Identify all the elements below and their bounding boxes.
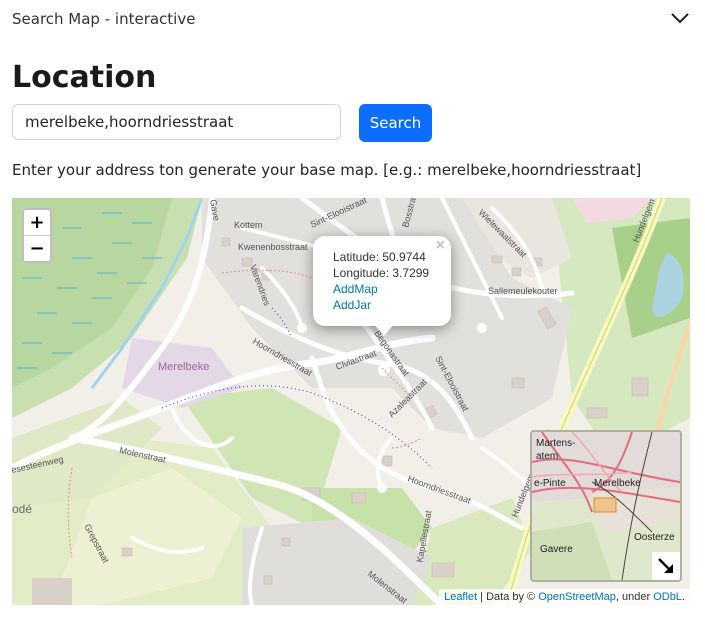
minimap-label-gavere: Gavere [540,544,573,555]
openstreetmap-link[interactable]: OpenStreetMap [538,591,616,603]
add-map-link[interactable]: AddMap [333,281,429,297]
zoom-control: + − [22,208,52,263]
minimap-toggle-button[interactable] [652,552,680,580]
minimap-label-atem: atem [536,451,558,462]
zoom-in-button[interactable]: + [24,210,50,236]
location-popup: × Latitude: 50.9744 Longitude: 3.7299 Ad… [313,236,451,336]
popup-tip [374,324,394,336]
popup-latitude: Latitude: 50.9744 [333,250,426,264]
add-jar-link[interactable]: AddJar [333,297,429,313]
minimap-label-merelbeke: Merelbeke [594,478,641,489]
search-hint-text: Enter your address ton generate your bas… [12,161,642,179]
minimap[interactable]: Martens- atem e-Pinte Merelbeke Oosterze… [530,430,682,582]
minimap-label-martens: Martens- [536,438,575,449]
label-merelbeke: Merelbeke [158,361,209,373]
minimap-label-oosterze: Oosterze [634,532,675,543]
collapse-arrow-icon [658,558,673,573]
zoom-out-button[interactable]: − [24,236,50,261]
attribution-text-2: , under [615,591,654,603]
label-sallemeulekouter: Sallemeulekouter [488,286,558,296]
label-kottem: Kottem [234,220,263,230]
popup-longitude: Longitude: 3.7299 [333,266,430,280]
attribution-end: . [681,591,685,603]
popup-close-button[interactable]: × [436,238,445,254]
label-ode: odé [12,502,32,516]
header-title: Search Map - interactive [12,10,196,28]
collapsible-header[interactable]: Search Map - interactive [0,0,705,40]
page-heading: Location [12,60,157,95]
label-hoorndriesstraat-2: Hoorndriesstraat [406,473,472,505]
address-search-input[interactable]: merelbeke,hoorndriesstraat [12,104,341,140]
search-button[interactable]: Search [359,104,432,142]
chevron-down-icon[interactable] [668,8,692,28]
leaflet-link[interactable]: Leaflet [444,591,477,603]
map-attribution: Leaflet | Data by © OpenStreetMap, under… [439,589,690,605]
map-view[interactable]: Kottem Kwenenbosstraat Varendries Sint-E… [12,198,690,605]
label-kwenenbosstraat: Kwenenbosstraat [238,242,308,252]
minimap-label-pinte: e-Pinte [534,478,566,489]
odbl-link[interactable]: ODbL [653,591,682,603]
attribution-text: | Data by © [477,591,539,603]
